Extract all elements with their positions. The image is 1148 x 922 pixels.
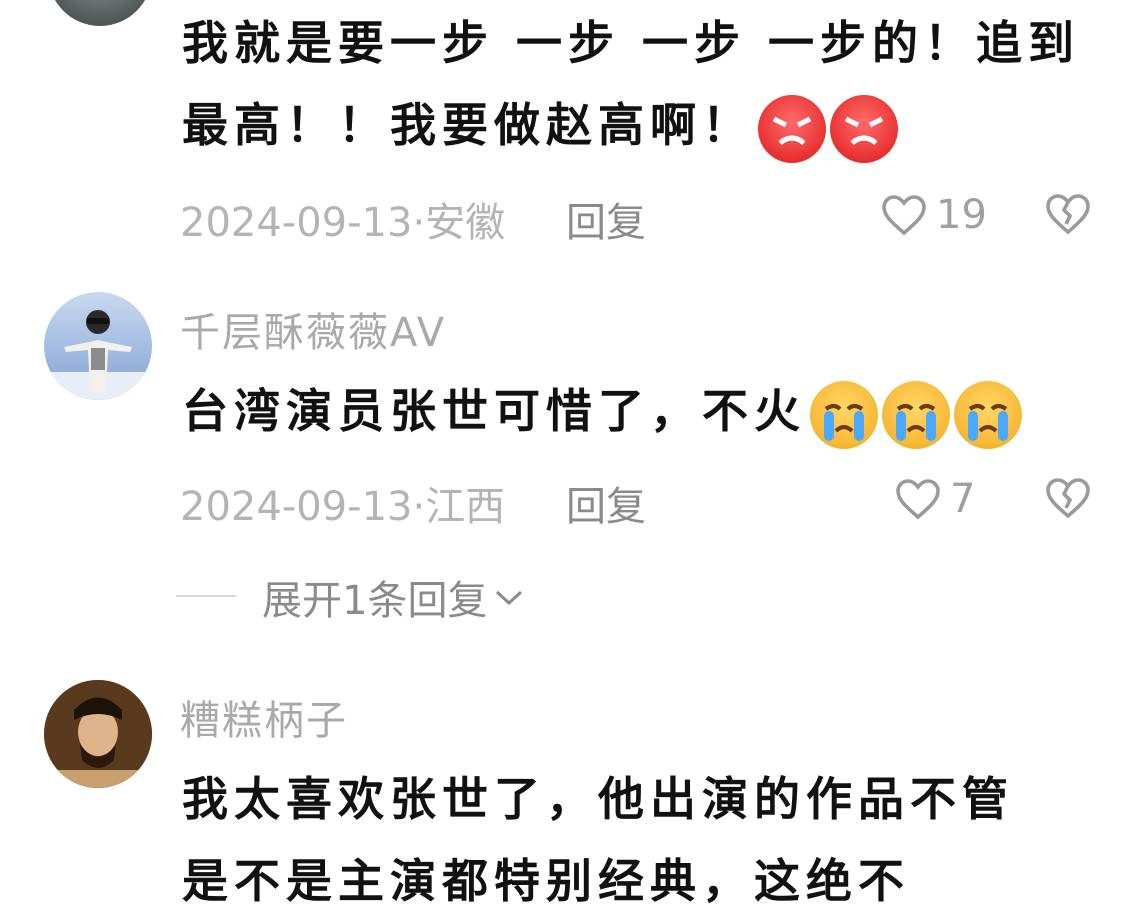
meta-separator: · xyxy=(412,200,426,246)
broken-heart-icon xyxy=(1046,478,1090,519)
expand-replies-label: 展开1条回复 xyxy=(262,578,488,624)
comment-meta: 2024-09-13·江西 xyxy=(180,474,505,532)
comment-text-content: 台湾演员张世可惜了，不火 xyxy=(182,384,806,438)
dislike-button[interactable] xyxy=(1044,192,1092,240)
crying-face-emoji xyxy=(954,380,1022,449)
crying-face-emoji xyxy=(882,380,950,449)
angry-face-emoji xyxy=(758,94,826,163)
like-button[interactable]: 7 xyxy=(894,476,975,522)
comment-text: 台湾演员张世可惜了，不火 xyxy=(182,370,1112,452)
chevron-down-icon xyxy=(496,590,523,606)
meta-separator: · xyxy=(412,484,426,530)
like-button[interactable]: 19 xyxy=(880,192,987,238)
comment-meta: 2024-09-13·安徽 xyxy=(180,190,505,248)
comment-text-content: 我太喜欢张世了，他出演的作品不管是不是主演都特别经典，这绝不 xyxy=(182,772,1014,908)
comment-location: 安徽 xyxy=(425,200,506,246)
angry-face-emoji xyxy=(830,94,898,163)
avatar[interactable] xyxy=(48,0,152,26)
comment-text-content: 我就是要一步 一步 一步 一步的！追到最高！！我要做赵高啊！ xyxy=(182,16,1081,152)
avatar[interactable] xyxy=(44,292,152,400)
like-count: 7 xyxy=(950,476,976,522)
comment-location: 江西 xyxy=(425,484,506,530)
username[interactable]: 千层酥薇薇AV xyxy=(180,300,446,358)
reply-button[interactable]: 回复 xyxy=(566,190,646,248)
username[interactable]: 糟糕柄子 xyxy=(180,688,348,746)
broken-heart-icon xyxy=(1046,194,1090,235)
like-count: 19 xyxy=(936,192,987,238)
expand-divider xyxy=(176,595,236,597)
expand-replies-button[interactable]: 展开1条回复 xyxy=(262,568,525,626)
avatar-photo xyxy=(44,310,152,400)
comment-text: 我太喜欢张世了，他出演的作品不管是不是主演都特别经典，这绝不 xyxy=(182,758,1062,922)
avatar-photo xyxy=(44,680,152,788)
heart-icon xyxy=(896,479,940,520)
comment-date: 2024-09-13 xyxy=(180,200,413,246)
reply-button[interactable]: 回复 xyxy=(566,474,646,532)
crying-face-emoji xyxy=(810,380,878,449)
avatar[interactable] xyxy=(44,680,152,788)
heart-icon xyxy=(882,195,926,236)
comment-text: 我就是要一步 一步 一步 一步的！追到最高！！我要做赵高啊！ xyxy=(182,2,1112,166)
dislike-button[interactable] xyxy=(1044,476,1092,524)
comment-date: 2024-09-13 xyxy=(180,484,413,530)
